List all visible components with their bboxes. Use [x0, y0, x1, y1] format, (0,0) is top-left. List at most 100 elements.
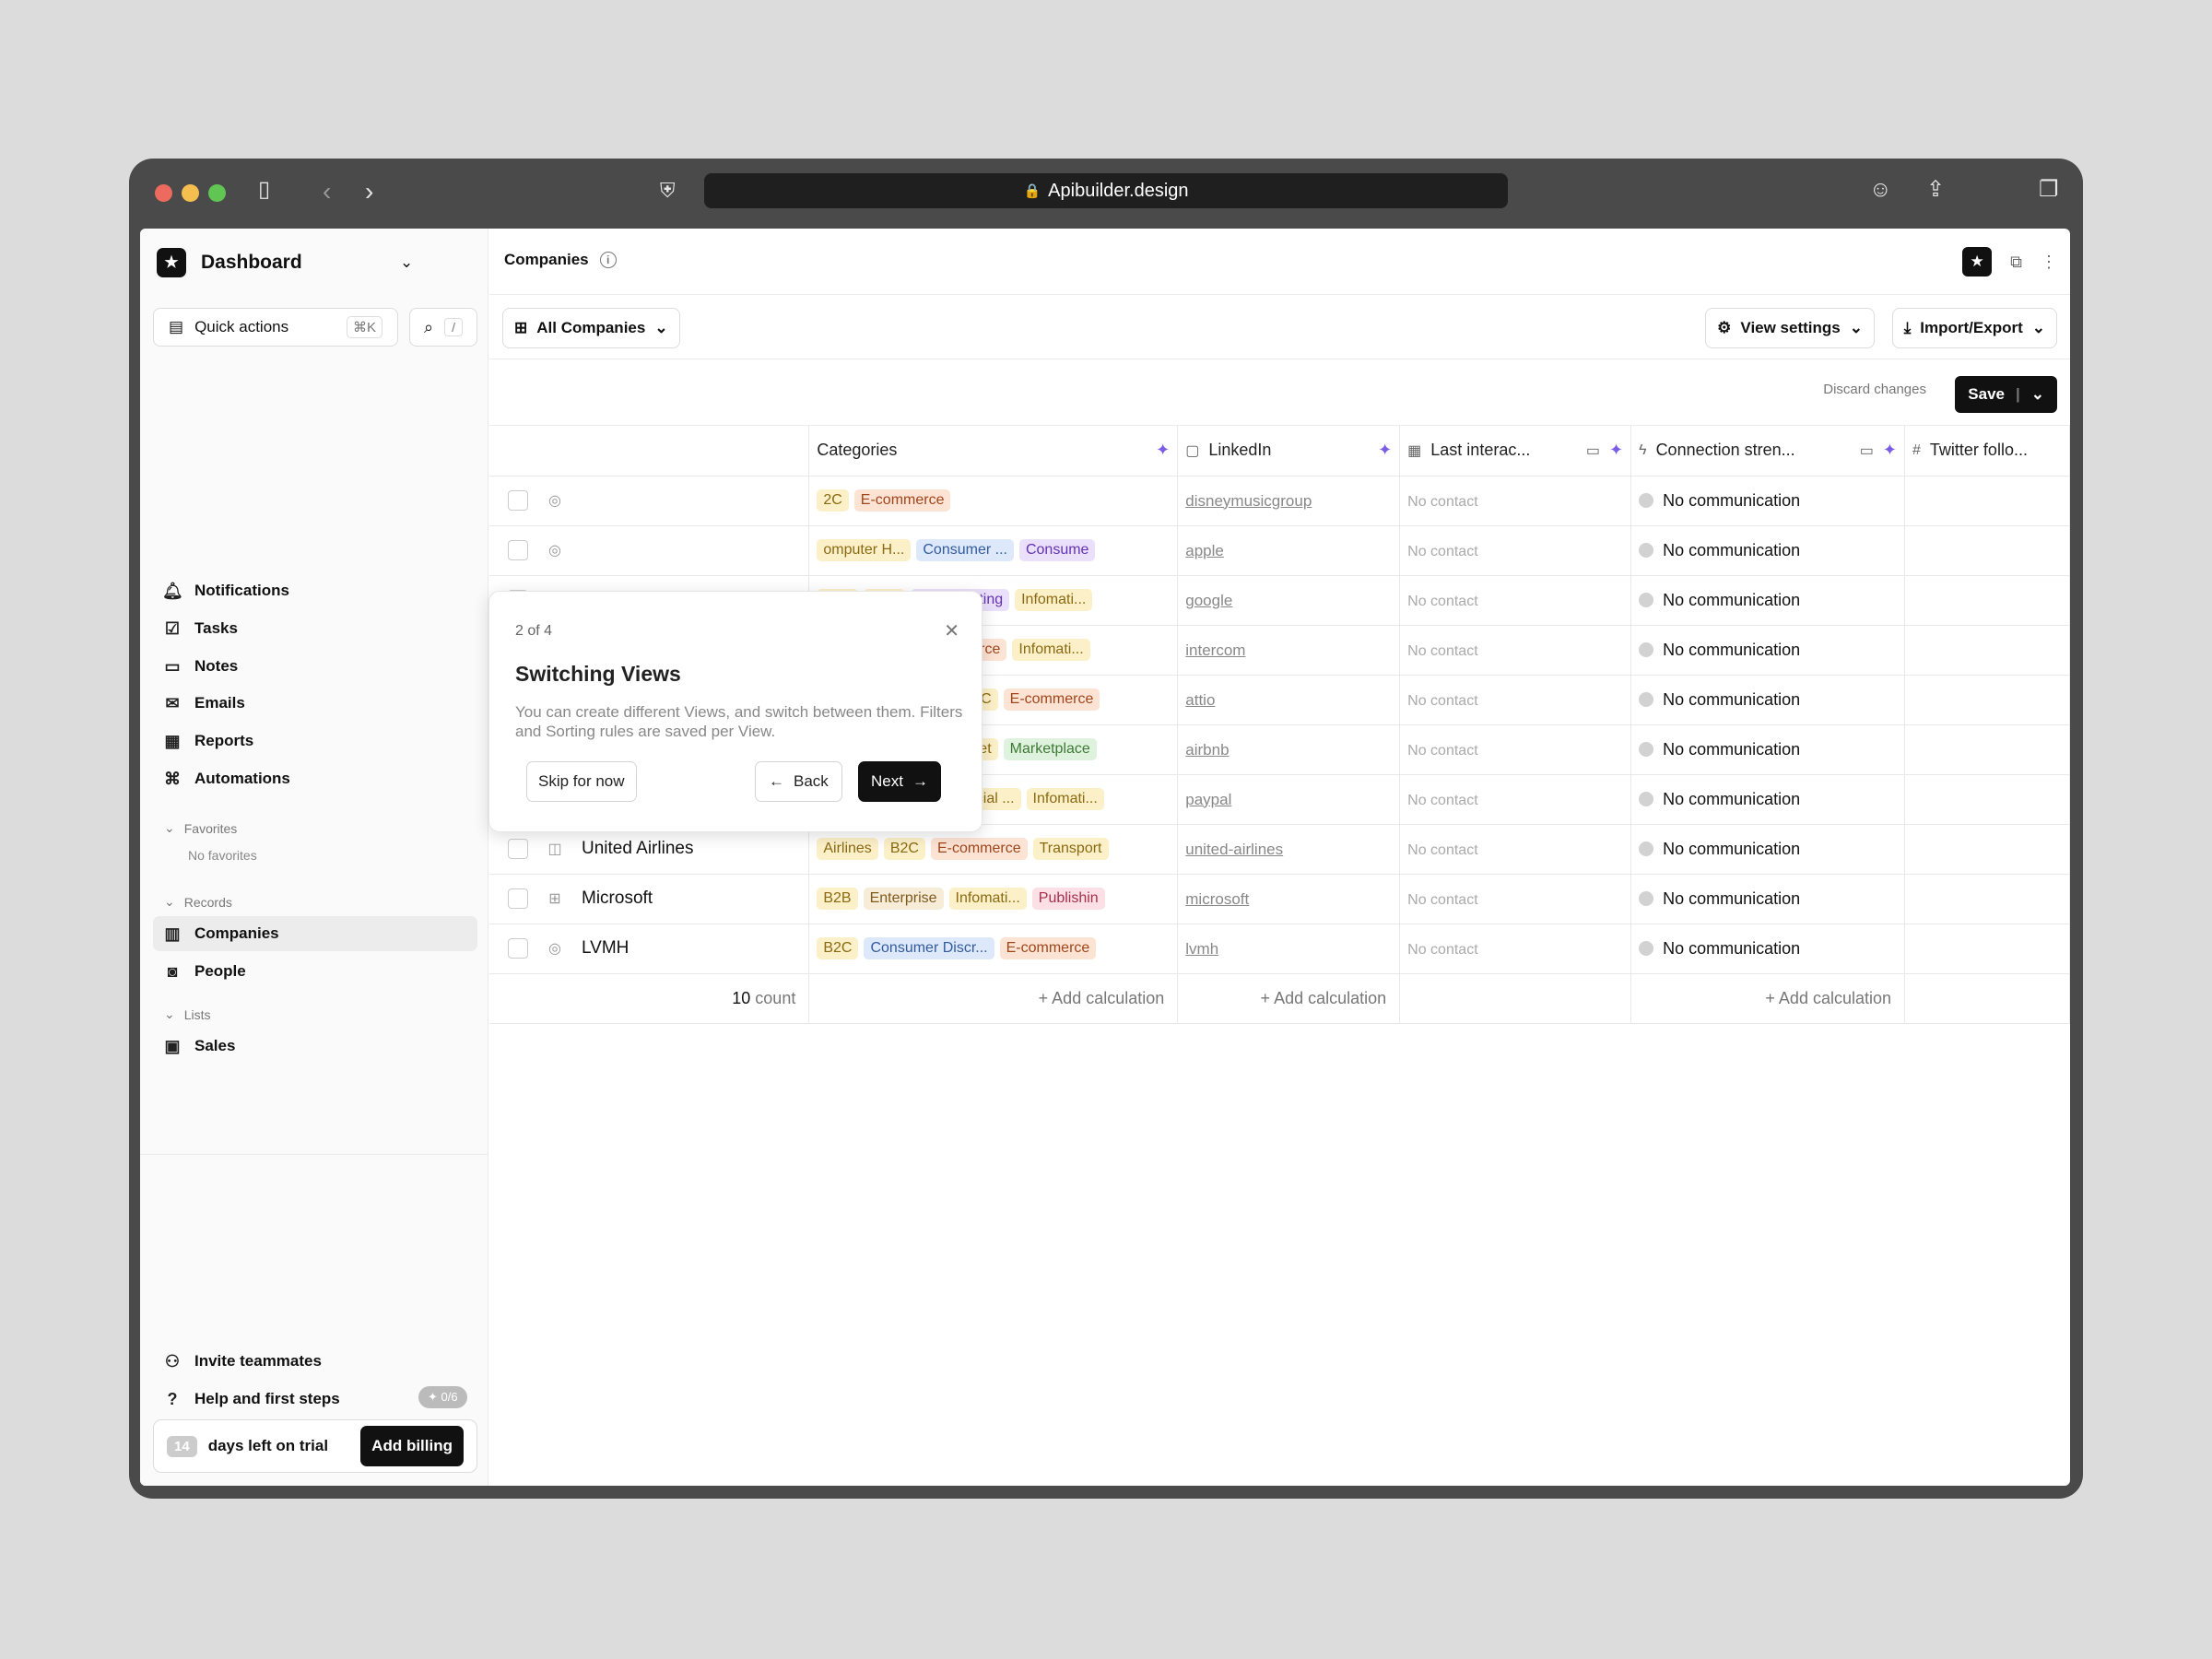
last-interaction-cell[interactable]: No contact [1399, 575, 1632, 626]
last-interaction-cell[interactable]: No contact [1399, 476, 1632, 526]
linkedin-cell[interactable]: intercom [1177, 625, 1401, 676]
more-icon[interactable]: ⋮ [2041, 253, 2057, 272]
linkedin-cell[interactable]: disneymusicgroup [1177, 476, 1401, 526]
connection-strength-cell[interactable]: No communication [1630, 525, 1906, 576]
last-interaction-cell[interactable]: No contact [1399, 874, 1632, 924]
sparkle-icon[interactable]: ✦ [1378, 441, 1392, 460]
linkedin-cell[interactable]: google [1177, 575, 1401, 626]
twitter-followers-cell[interactable] [1904, 924, 2070, 974]
nav-people[interactable]: ◙ People [153, 954, 477, 989]
twitter-followers-cell[interactable] [1904, 824, 2070, 875]
nav-automations[interactable]: ⌘ Automations [153, 761, 477, 796]
connection-strength-cell[interactable]: No communication [1630, 625, 1906, 676]
invite-teammates[interactable]: ⚇ Invite teammates [153, 1344, 477, 1379]
linkedin-cell[interactable]: airbnb [1177, 724, 1401, 775]
twitter-followers-cell[interactable] [1904, 575, 2070, 626]
chevron-down-icon[interactable]: ⌄ [400, 253, 413, 272]
connection-strength-cell[interactable]: No communication [1630, 874, 1906, 924]
back-nav-icon[interactable]: ‹ [323, 179, 331, 205]
company-cell[interactable]: ◎ [489, 476, 810, 526]
add-calculation-button[interactable]: + Add calculation [808, 973, 1179, 1024]
sidebar-toggle-icon[interactable]: ▯ [258, 179, 270, 201]
connection-strength-cell[interactable]: No communication [1630, 675, 1906, 725]
linkedin-cell[interactable]: apple [1177, 525, 1401, 576]
row-checkbox[interactable] [508, 938, 528, 959]
twitter-followers-cell[interactable] [1904, 874, 2070, 924]
connection-strength-cell[interactable]: No communication [1630, 774, 1906, 825]
next-button[interactable]: Next → [858, 761, 941, 802]
sparkle-icon[interactable]: ✦ [1609, 441, 1623, 460]
last-interaction-cell[interactable]: No contact [1399, 824, 1632, 875]
linkedin-link[interactable]: disneymusicgroup [1185, 492, 1312, 510]
twitter-followers-cell[interactable] [1904, 525, 2070, 576]
nav-notes[interactable]: ▭ Notes [153, 649, 477, 684]
tabs-icon[interactable]: ❐ [2039, 179, 2059, 201]
extension-icon[interactable]: ☺ [1869, 179, 1892, 201]
add-billing-button[interactable]: Add billing [360, 1426, 464, 1466]
star-icon[interactable]: ★ [1962, 247, 1993, 276]
linkedin-column-header[interactable]: ▢ LinkedIn ✦ [1177, 426, 1401, 477]
connection-strength-column-header[interactable]: ϟ Connection stren... ▭ ✦ [1630, 426, 1906, 477]
linkedin-link[interactable]: apple [1185, 542, 1224, 559]
records-section-toggle[interactable]: ⌄ Records [164, 894, 232, 910]
twitter-followers-cell[interactable] [1904, 774, 2070, 825]
share-icon[interactable]: ⇪ [1926, 179, 1945, 201]
linkedin-link[interactable]: lvmh [1185, 940, 1218, 958]
table-row[interactable]: ◎ LVMH B2C Consumer Discr... E-commerce lvmh N… [489, 924, 2070, 974]
connection-strength-cell[interactable]: No communication [1630, 924, 1906, 974]
quick-actions-button[interactable]: ▤ Quick actions ⌘K [153, 308, 398, 347]
sparkle-icon[interactable]: ✦ [1156, 441, 1170, 460]
forward-nav-icon[interactable]: › [365, 179, 373, 205]
twitter-followers-cell[interactable] [1904, 724, 2070, 775]
last-interaction-column-header[interactable]: ▦ Last interac... ▭ ✦ [1399, 426, 1632, 477]
nav-reports[interactable]: ▦ Reports [153, 724, 477, 759]
linkedin-link[interactable]: microsoft [1185, 890, 1249, 908]
last-interaction-cell[interactable]: No contact [1399, 724, 1632, 775]
linkedin-cell[interactable]: attio [1177, 675, 1401, 725]
company-cell[interactable]: ◎ LVMH [489, 924, 810, 974]
nav-sales[interactable]: ▣ Sales [153, 1029, 477, 1064]
view-settings-button[interactable]: ⚙ View settings ⌄ [1705, 308, 1875, 348]
twitter-followers-column-header[interactable]: # Twitter follo... [1904, 426, 2070, 477]
twitter-followers-cell[interactable] [1904, 476, 2070, 526]
document-icon[interactable]: ▭ [1860, 441, 1874, 460]
document-icon[interactable]: ▭ [1586, 441, 1600, 460]
connection-strength-cell[interactable]: No communication [1630, 476, 1906, 526]
linkedin-link[interactable]: intercom [1185, 641, 1245, 659]
linkedin-link[interactable]: airbnb [1185, 741, 1229, 759]
add-calculation-button[interactable]: + Add calculation [1630, 973, 1906, 1024]
linkedin-link[interactable]: google [1185, 592, 1232, 609]
table-row[interactable]: ⊞ Microsoft B2B Enterprise Infomati... Publis… [489, 874, 2070, 924]
import-export-button[interactable]: ⤓ Import/Export ⌄ [1891, 308, 2057, 348]
last-interaction-cell[interactable]: No contact [1399, 774, 1632, 825]
discard-changes-button[interactable]: Discard changes [1823, 382, 1926, 397]
linkedin-link[interactable]: attio [1185, 691, 1215, 709]
last-interaction-cell[interactable]: No contact [1399, 525, 1632, 576]
add-calculation-button[interactable]: + Add calculation [1177, 973, 1401, 1024]
search-button[interactable]: ⌕ / [409, 308, 477, 347]
view-selector[interactable]: ⊞ All Companies ⌄ [502, 308, 680, 348]
categories-column-header[interactable]: Categories ✦ [808, 426, 1179, 477]
linkedin-cell[interactable]: united-airlines [1177, 824, 1401, 875]
nav-companies[interactable]: ▥ Companies [153, 916, 477, 951]
connection-strength-cell[interactable]: No communication [1630, 575, 1906, 626]
categories-cell[interactable]: 2C E-commerce [808, 476, 1179, 526]
lists-section-toggle[interactable]: ⌄ Lists [164, 1006, 211, 1022]
connection-strength-cell[interactable]: No communication [1630, 824, 1906, 875]
nav-notifications[interactable]: 🔔︎ Notifications [153, 573, 477, 608]
company-cell[interactable]: ⊞ Microsoft [489, 874, 810, 924]
linkedin-cell[interactable]: lvmh [1177, 924, 1401, 974]
linkedin-cell[interactable]: paypal [1177, 774, 1401, 825]
twitter-followers-cell[interactable] [1904, 625, 2070, 676]
close-window-dot[interactable] [155, 184, 172, 202]
nav-emails[interactable]: ✉ Emails [153, 686, 477, 721]
minimize-window-dot[interactable] [182, 184, 199, 202]
row-checkbox[interactable] [508, 540, 528, 560]
row-checkbox[interactable] [508, 490, 528, 511]
url-bar[interactable]: 🔒 Apibuilder.design [704, 173, 1508, 208]
workspace-switcher[interactable]: ★ Dashboard [157, 248, 302, 277]
row-checkbox[interactable] [508, 839, 528, 859]
twitter-followers-cell[interactable] [1904, 675, 2070, 725]
comments-icon[interactable]: ⧉ [2010, 253, 2022, 272]
name-column-header[interactable] [489, 426, 810, 477]
